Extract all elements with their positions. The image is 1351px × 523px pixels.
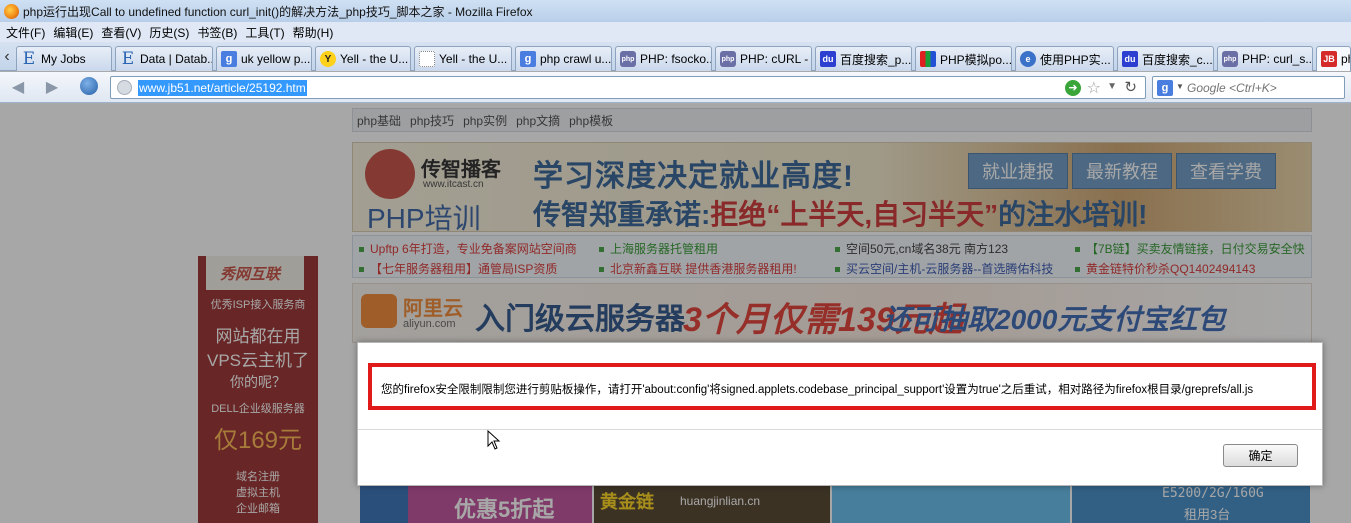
tab[interactable]: g php crawl u... (515, 46, 612, 71)
menu-view[interactable]: 查看(V) (99, 24, 147, 41)
tab[interactable]: php PHP: fsocko... (615, 46, 712, 71)
jb51-icon: JB (1321, 51, 1337, 67)
mouse-cursor-icon (487, 429, 501, 453)
tab-label: 百度搜索_p... (840, 52, 912, 67)
window-titlebar: php运行出现Call to undefined function curl_i… (0, 0, 1351, 22)
google-icon: g (221, 51, 237, 67)
tab[interactable]: PHP模拟po... (915, 46, 1012, 71)
tab-label: uk yellow p... (241, 52, 311, 66)
google-icon[interactable]: g (1157, 80, 1173, 96)
tab-label: 使用PHP实... (1040, 52, 1111, 67)
clipboard-warning-dialog: 您的firefox安全限制限制您进行剪贴板操作，请打开'about:config… (357, 342, 1323, 486)
tab-scroll-left-button[interactable]: ‹ (0, 46, 14, 70)
menu-history[interactable]: 历史(S) (147, 24, 195, 41)
tab-label: PHP: cURL - ... (740, 52, 811, 66)
dialog-divider (358, 429, 1322, 430)
firefox-logo-icon (4, 3, 19, 19)
menu-bar: 文件(F) 编辑(E) 查看(V) 历史(S) 书签(B) 工具(T) 帮助(H… (0, 22, 1351, 42)
search-bar[interactable]: g ▼ (1152, 76, 1345, 99)
tab-label: Yell - the U... (340, 52, 409, 66)
tab[interactable]: Yell - the U... (414, 46, 512, 71)
firefox-icon: e (1020, 51, 1036, 67)
google-icon: g (520, 51, 536, 67)
forward-button[interactable]: ▶ (42, 78, 62, 98)
highlighted-message-box: 您的firefox安全限制限制您进行剪贴板操作，请打开'about:config… (368, 363, 1316, 410)
url-text[interactable]: www.jb51.net/article/25192.htm (138, 80, 307, 96)
tab-label: My Jobs (41, 52, 86, 66)
tab-label: php crawl u... (540, 52, 612, 66)
tab[interactable]: g uk yellow p... (216, 46, 312, 71)
tab[interactable]: Y Yell - the U... (315, 46, 411, 71)
tab[interactable]: php PHP: cURL - ... (715, 46, 812, 71)
tab[interactable]: php PHP: curl_s... (1217, 46, 1313, 71)
menu-help[interactable]: 帮助(H) (291, 24, 340, 41)
php-icon: php (620, 51, 636, 67)
menu-tools[interactable]: 工具(T) (243, 24, 290, 41)
bookmark-star-icon[interactable]: ☆ (1087, 78, 1101, 98)
search-input[interactable] (1187, 79, 1337, 97)
yell-icon: Y (320, 51, 336, 67)
tab-label: PHP: curl_s... (1242, 52, 1313, 66)
tab-label: ph (1341, 52, 1350, 66)
colorful-grid-icon (920, 51, 936, 67)
menu-file[interactable]: 文件(F) (4, 24, 51, 41)
ok-button[interactable]: 确定 (1223, 444, 1298, 467)
tab-label: 百度搜索_c... (1142, 52, 1213, 67)
ie-page-icon: E (121, 49, 135, 69)
tab-label: PHP: fsocko... (640, 52, 712, 66)
tab-label: Data | Datab... (140, 52, 213, 66)
site-identity-icon[interactable] (117, 80, 132, 95)
dialog-message: 您的firefox安全限制限制您进行剪贴板操作，请打开'about:config… (381, 384, 1254, 396)
tab-label: PHP模拟po... (940, 52, 1012, 67)
blank-page-icon (419, 51, 435, 67)
baidu-paw-icon: du (1122, 51, 1138, 67)
home-button[interactable] (80, 77, 98, 95)
tab[interactable]: e 使用PHP实... (1015, 46, 1114, 71)
tab-bar: ‹ E My Jobs E Data | Datab... g uk yello… (0, 42, 1351, 71)
tab[interactable]: E My Jobs (16, 46, 112, 71)
reload-icon[interactable]: ↻ (1124, 78, 1137, 96)
url-bar[interactable]: www.jb51.net/article/25192.htm ➜ ☆ ▼ ↻ (110, 76, 1146, 99)
tab[interactable]: du 百度搜索_p... (815, 46, 912, 71)
menu-bookmarks[interactable]: 书签(B) (195, 24, 243, 41)
php-icon: php (1222, 51, 1238, 67)
php-icon: php (720, 51, 736, 67)
tab[interactable]: du 百度搜索_c... (1117, 46, 1214, 71)
menu-edit[interactable]: 编辑(E) (51, 24, 99, 41)
history-dropdown-icon[interactable]: ▼ (1107, 81, 1117, 92)
back-button[interactable]: ◀ (8, 78, 28, 98)
window-title: php运行出现Call to undefined function curl_i… (23, 4, 533, 19)
ie-page-icon: E (22, 49, 36, 69)
tab[interactable]: E Data | Datab... (115, 46, 213, 71)
tab-label: Yell - the U... (439, 52, 508, 66)
go-arrow-icon[interactable]: ➜ (1065, 80, 1081, 96)
tab-active[interactable]: JB ph (1316, 46, 1351, 71)
navigation-bar: ◀ ▶ www.jb51.net/article/25192.htm ➜ ☆ ▼… (0, 72, 1351, 103)
baidu-paw-icon: du (820, 51, 836, 67)
chevron-down-icon[interactable]: ▼ (1176, 82, 1184, 91)
